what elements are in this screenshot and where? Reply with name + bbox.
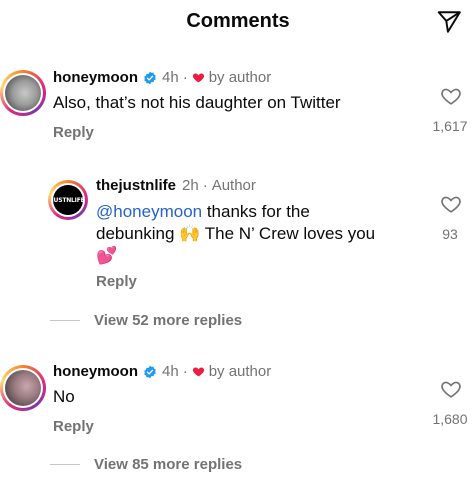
author-tag: by author xyxy=(208,69,272,86)
heart-outline-icon[interactable] xyxy=(440,378,462,400)
comments-header: Comments xyxy=(0,0,476,46)
view-more-replies[interactable]: View 85 more replies xyxy=(50,456,242,473)
separator: · xyxy=(182,69,188,86)
like-count: 1,617 xyxy=(432,118,468,134)
view-more-label: View 85 more replies xyxy=(94,456,243,473)
comment-text: @honeymoon thanks for the debunking 🙌 Th… xyxy=(96,201,416,267)
heart-outline-icon[interactable] xyxy=(440,193,462,215)
page-title: Comments xyxy=(186,10,290,32)
verified-badge-icon xyxy=(144,365,156,378)
avatar-logo-text: JUSTNLIFE xyxy=(51,196,85,204)
avatar-photo xyxy=(5,370,41,406)
timestamp: 2h xyxy=(182,177,199,194)
reply-button[interactable]: Reply xyxy=(96,273,137,290)
divider xyxy=(50,320,80,321)
username[interactable]: thejustnlife xyxy=(96,177,176,194)
comment-text: No xyxy=(53,387,75,406)
separator: · xyxy=(182,363,188,380)
heart-outline-icon[interactable] xyxy=(440,85,462,107)
mention-link[interactable]: @honeymoon xyxy=(96,202,202,221)
author-tag: by author xyxy=(208,363,272,380)
separator: · xyxy=(202,177,208,194)
avatar[interactable] xyxy=(0,365,46,411)
comment-text-line-3: 💕 xyxy=(96,246,118,265)
username[interactable]: honeymoon xyxy=(53,69,138,86)
verified-badge-icon xyxy=(144,71,156,84)
avatar[interactable]: JUSTNLIFE xyxy=(48,180,88,220)
username[interactable]: honeymoon xyxy=(53,363,138,380)
send-icon[interactable] xyxy=(436,9,462,35)
avatar-photo: JUSTNLIFE xyxy=(51,185,85,215)
divider xyxy=(50,464,80,465)
reply-button[interactable]: Reply xyxy=(53,418,94,435)
timestamp: 4h xyxy=(162,363,179,380)
like-count: 93 xyxy=(442,226,458,242)
like-count: 1,680 xyxy=(432,411,468,427)
timestamp: 4h xyxy=(162,69,179,86)
comment-text-line-2: debunking 🙌 The N’ Crew loves you xyxy=(96,224,376,243)
view-more-replies[interactable]: View 52 more replies xyxy=(50,312,242,329)
author-tag: Author xyxy=(211,177,256,194)
avatar-photo xyxy=(5,75,41,111)
heart-filled-icon xyxy=(192,367,204,377)
comment-text-line-1: thanks for the xyxy=(202,202,310,221)
avatar[interactable] xyxy=(0,70,46,116)
reply-button[interactable]: Reply xyxy=(53,124,94,141)
view-more-label: View 52 more replies xyxy=(94,312,243,329)
comment-text: Also, that’s not his daughter on Twitter xyxy=(53,93,341,112)
heart-filled-icon xyxy=(192,73,204,83)
